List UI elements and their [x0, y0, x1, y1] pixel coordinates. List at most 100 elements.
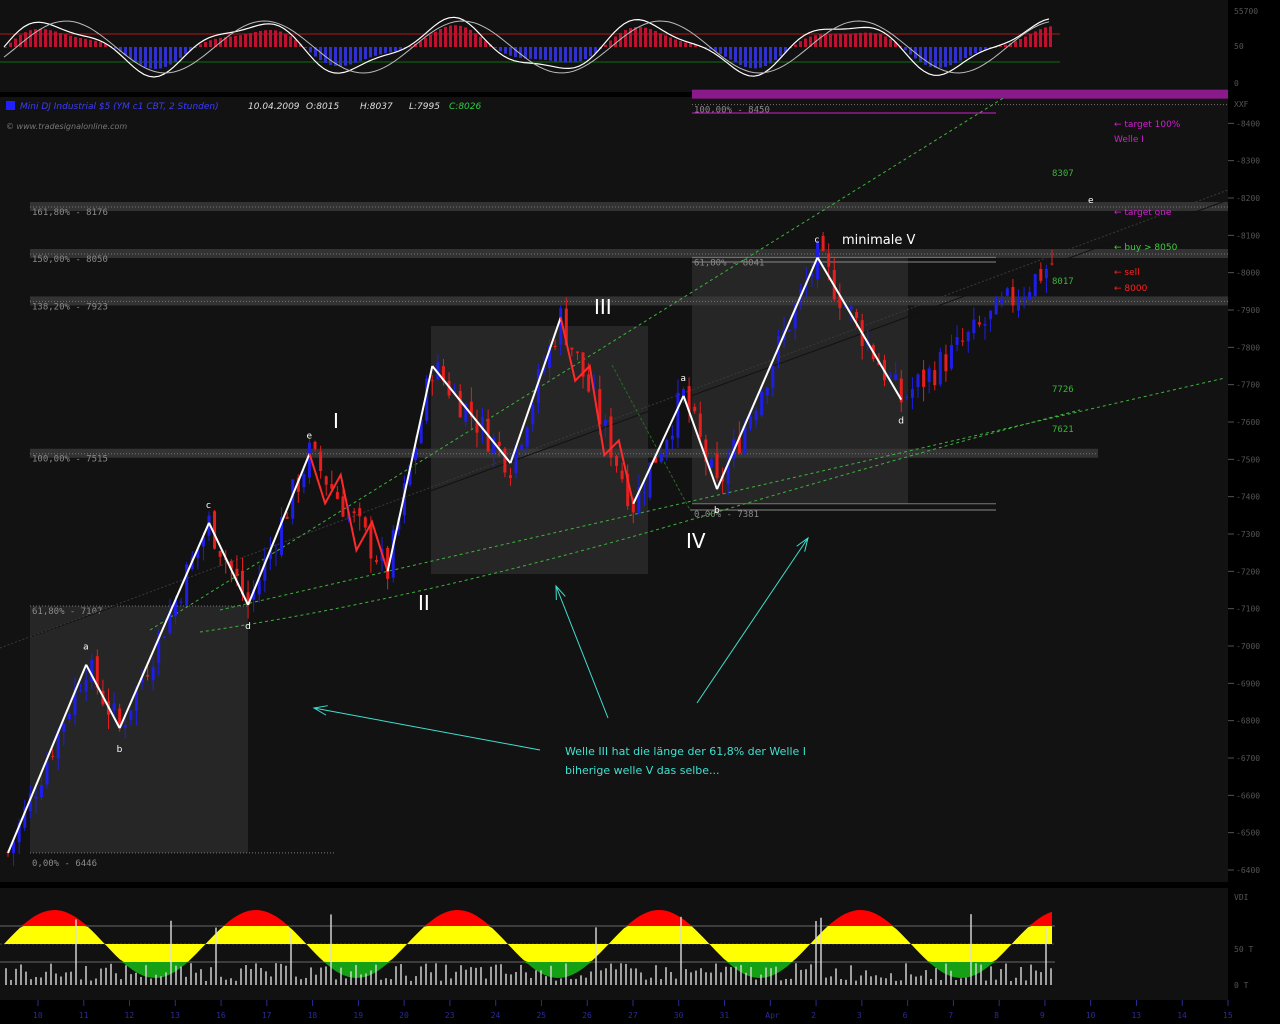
candle-body	[218, 550, 222, 557]
candle-body	[670, 435, 674, 440]
time-tick-label: 15	[1223, 1011, 1233, 1020]
top-osc-bar	[819, 34, 822, 47]
candle-body	[570, 347, 574, 350]
top-osc-bar	[394, 47, 397, 52]
candle-body	[676, 392, 680, 438]
fib-band	[30, 249, 1228, 258]
top-osc-bar	[479, 36, 482, 47]
candle-body	[821, 235, 825, 251]
time-tick-label: 8	[994, 1011, 999, 1020]
candle-body	[335, 491, 339, 499]
top-osc-bar	[134, 47, 137, 62]
top-osc-bar	[719, 47, 722, 54]
top-osc-bar	[979, 47, 982, 52]
top-osc-bar	[459, 25, 462, 47]
candle-body	[933, 370, 937, 386]
top-osc-bar	[754, 47, 757, 69]
candle-body	[983, 324, 987, 326]
candle-body	[151, 667, 155, 681]
top-osc-bar	[364, 47, 367, 60]
top-osc-bar	[1024, 36, 1027, 47]
candle-body	[79, 690, 83, 692]
side-note-buy: ← buy > 8050	[1114, 243, 1178, 253]
price-tick-label: -8300	[1236, 157, 1260, 166]
top-osc-bar	[159, 47, 162, 69]
candle-body	[458, 390, 462, 418]
top-osc-bar	[274, 30, 277, 47]
top-osc-bar	[179, 47, 182, 58]
time-tick-label: 19	[353, 1011, 363, 1020]
price-tick-label: -7000	[1236, 642, 1260, 651]
top-osc-bar	[974, 47, 977, 54]
top-osc-bar	[1004, 44, 1007, 47]
candle-body	[916, 374, 920, 387]
time-tick-label: 11	[79, 1011, 89, 1020]
candle-body	[849, 306, 853, 310]
header-high: H:8037	[360, 102, 393, 112]
top-osc-bar	[149, 47, 152, 69]
bottom-axis-label: VDI	[1234, 893, 1249, 902]
top-osc-bar	[1019, 38, 1022, 47]
top-osc-bar	[604, 44, 607, 47]
time-tick-label: 14	[1177, 1011, 1187, 1020]
top-osc-bar	[689, 43, 692, 47]
top-osc-bar	[794, 44, 797, 47]
fib-label: 100,00% - 7515	[32, 455, 108, 465]
time-tick-label: 10	[33, 1011, 43, 1020]
wave-label: IV	[686, 529, 706, 553]
fib-label: 161,80% - 8176	[32, 208, 108, 218]
candle-body	[146, 674, 150, 677]
top-osc-bar	[99, 42, 102, 47]
subwave-label: c	[815, 235, 820, 245]
time-tick-label: 9	[1040, 1011, 1045, 1020]
candle-body	[369, 525, 373, 559]
chart-stage: 0,00% - 6446 61,80% - 7107 100,00% - 7515 1…	[0, 0, 1280, 1024]
candle-body	[341, 496, 345, 517]
time-tick-label: 7	[948, 1011, 953, 1020]
top-osc-bar	[579, 47, 582, 62]
top-osc-bar	[509, 47, 512, 56]
top-osc-bar	[94, 40, 97, 47]
candle-body	[788, 330, 792, 332]
candle-body	[374, 560, 378, 563]
top-osc-bar	[534, 47, 537, 60]
time-tick-label: 18	[308, 1011, 318, 1020]
top-osc-bar	[749, 47, 752, 69]
top-osc-bar	[289, 36, 292, 47]
top-osc-bar	[624, 30, 627, 47]
candle-body	[39, 784, 43, 798]
top-osc-bar	[339, 47, 342, 67]
top-osc-bar	[569, 47, 572, 63]
top-osc-bar	[1039, 29, 1042, 47]
subwave-label: a	[83, 643, 89, 653]
time-tick-label: 2	[811, 1011, 816, 1020]
candle-body	[497, 441, 501, 446]
price-tick-label: -7400	[1236, 493, 1260, 502]
wave-label: I	[333, 409, 339, 433]
top-osc-bar	[424, 38, 427, 47]
price-tick-label: -6900	[1236, 679, 1260, 688]
candle-body	[575, 351, 579, 353]
top-osc-bar	[884, 36, 887, 47]
candle-body	[67, 713, 71, 720]
time-tick-label: 10	[1086, 1011, 1096, 1020]
price-tick-label: -7800	[1236, 343, 1260, 352]
top-osc-bar	[54, 31, 57, 47]
subwave-label: c	[206, 501, 211, 511]
candle-body	[771, 366, 775, 388]
top-osc-bar	[169, 47, 172, 65]
price-axis-label: XXF	[1234, 100, 1249, 109]
time-tick-label: 12	[125, 1011, 135, 1020]
header-watermark: © www.tradesignalonline.com	[6, 122, 127, 131]
top-osc-bar	[944, 47, 947, 67]
price-tick-label: -6700	[1236, 754, 1260, 763]
top-osc-bar	[859, 32, 862, 47]
header-color-marker	[6, 101, 15, 110]
top-osc-bar	[359, 47, 362, 61]
subwave-label: b	[714, 506, 720, 516]
price-axis: -8400 -8300 -8200 -8100 -8000 -7900 -7800 -7700…	[1228, 0, 1280, 1024]
candle-body	[620, 470, 624, 480]
candle-body	[302, 474, 306, 488]
candle-body	[324, 476, 328, 485]
top-osc-bar	[14, 38, 17, 47]
